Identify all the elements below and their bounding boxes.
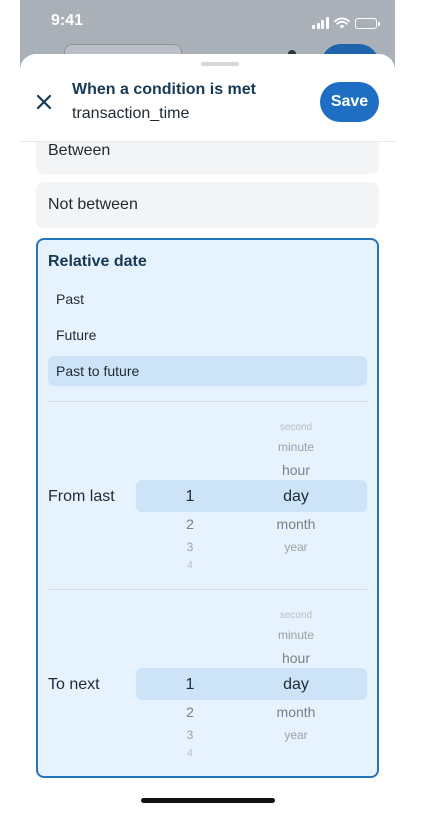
from-last-unit-option[interactable]: second (280, 422, 312, 433)
mode-label: Past (56, 291, 85, 307)
to-next-unit-option[interactable]: second (280, 610, 312, 621)
to-next-label: To next (48, 676, 100, 693)
from-last-selection-band (136, 480, 367, 512)
from-last-label: From last (48, 488, 115, 505)
section-divider (48, 401, 369, 402)
relative-mode-past[interactable]: Past (48, 284, 367, 314)
to-next-number-option[interactable]: 4 (187, 748, 193, 759)
wifi-icon (333, 17, 350, 29)
from-last-unit-option[interactable]: year (284, 540, 307, 554)
from-last-unit-option[interactable]: month (277, 516, 316, 532)
mode-label: Future (56, 327, 97, 343)
to-next-unit-option[interactable]: hour (282, 650, 310, 666)
to-next-number-selected[interactable]: 1 (186, 676, 195, 694)
from-last-number-option[interactable]: 4 (187, 560, 193, 571)
option-label: Between (48, 142, 111, 159)
mode-label: Past to future (56, 363, 140, 379)
sheet-grabber[interactable] (201, 62, 239, 66)
save-button[interactable]: Save (320, 82, 379, 122)
options-scroll-area[interactable]: Between Not between Relative date Past F… (20, 142, 395, 782)
to-next-number-option[interactable]: 3 (187, 728, 194, 742)
option-relative-date[interactable]: Relative date Past Future Past to future… (36, 238, 379, 778)
from-last-unit-option[interactable]: minute (278, 440, 314, 454)
close-icon (36, 94, 52, 110)
sheet-subtitle: transaction_time (72, 105, 190, 122)
relative-date-title: Relative date (48, 253, 147, 270)
sheet-title: When a condition is met (72, 81, 257, 98)
option-not-between[interactable]: Not between (36, 182, 379, 228)
to-next-unit-option[interactable]: minute (278, 628, 314, 642)
to-next-selection-band (136, 668, 367, 700)
option-between[interactable]: Between (36, 142, 379, 174)
to-next-unit-option[interactable]: year (284, 728, 307, 742)
status-time: 9:41 (51, 12, 84, 29)
from-last-number-option[interactable]: 2 (186, 516, 194, 532)
section-divider (48, 589, 369, 590)
to-next-unit-option[interactable]: month (277, 704, 316, 720)
from-last-number-selected[interactable]: 1 (186, 488, 195, 506)
battery-icon (354, 18, 380, 29)
cellular-signal-icon (312, 17, 329, 29)
relative-mode-future[interactable]: Future (48, 320, 367, 350)
home-indicator[interactable] (141, 798, 275, 803)
from-last-number-option[interactable]: 3 (187, 540, 194, 554)
close-button[interactable] (32, 90, 56, 114)
status-icons (312, 15, 380, 29)
from-last-unit-option[interactable]: hour (282, 462, 310, 478)
condition-sheet: When a condition is met transaction_time… (20, 54, 395, 812)
relative-mode-past-to-future[interactable]: Past to future (48, 356, 367, 386)
to-next-unit-selected[interactable]: day (283, 676, 309, 694)
option-label: Not between (48, 196, 138, 213)
to-next-number-option[interactable]: 2 (186, 704, 194, 720)
from-last-unit-selected[interactable]: day (283, 488, 309, 506)
